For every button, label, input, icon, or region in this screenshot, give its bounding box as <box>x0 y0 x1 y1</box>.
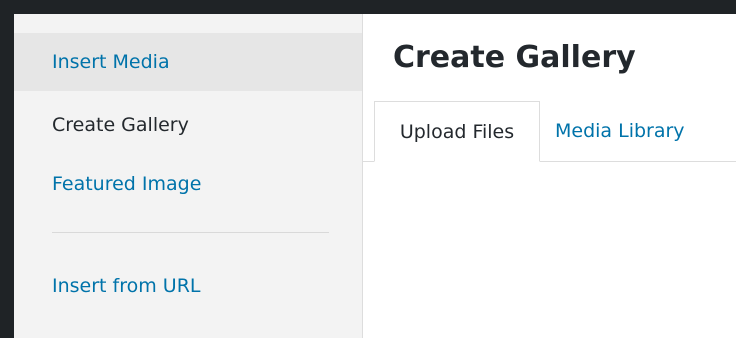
menu-item-insert-media[interactable]: Insert Media <box>14 33 362 91</box>
tab-media-library[interactable]: Media Library <box>555 101 685 162</box>
media-frame-content: Create Gallery Upload Files Media Librar… <box>363 14 736 338</box>
menu-separator <box>52 232 329 233</box>
menu-item-insert-from-url[interactable]: Insert from URL <box>14 257 362 315</box>
media-menu-sidebar: Insert Media Create Gallery Featured Ima… <box>14 14 363 338</box>
media-modal: Insert Media Create Gallery Featured Ima… <box>14 14 736 338</box>
menu-item-create-gallery[interactable]: Create Gallery <box>14 96 362 154</box>
tab-upload-files[interactable]: Upload Files <box>374 101 540 162</box>
menu-item-featured-image[interactable]: Featured Image <box>14 155 362 213</box>
page-title: Create Gallery <box>393 40 636 75</box>
